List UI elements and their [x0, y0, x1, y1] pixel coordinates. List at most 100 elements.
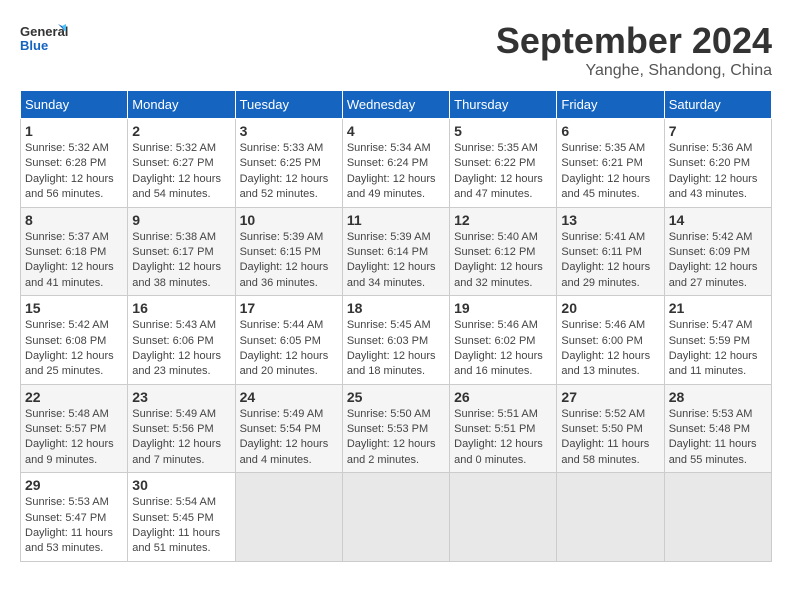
calendar-cell: 29Sunrise: 5:53 AMSunset: 5:47 PMDayligh… [21, 473, 128, 562]
calendar-cell [557, 473, 664, 562]
day-info: Sunrise: 5:33 AMSunset: 6:25 PMDaylight:… [240, 141, 338, 203]
calendar-cell: 19Sunrise: 5:46 AMSunset: 6:02 PMDayligh… [450, 296, 557, 385]
calendar-cell: 6 Sunrise: 5:35 AMSunset: 6:21 PMDaylight… [557, 119, 664, 208]
day-number: 6 [561, 123, 659, 139]
calendar-cell: 28Sunrise: 5:53 AMSunset: 5:48 PMDayligh… [664, 384, 771, 473]
calendar-cell: 21 Sunrise: 5:47 AMSunset: 5:59 PMDayligh… [664, 296, 771, 385]
day-number: 4 [347, 123, 445, 139]
day-number: 23 [132, 389, 230, 405]
page-header: General Blue September 2024 Yanghe, Shan… [20, 20, 772, 80]
day-number: 5 [454, 123, 552, 139]
day-info: Sunrise: 5:34 AMSunset: 6:24 PMDaylight:… [347, 141, 445, 203]
day-info: Sunrise: 5:50 AMSunset: 5:53 PMDaylight:… [347, 407, 445, 469]
day-info: Sunrise: 5:45 AMSunset: 6:03 PMDaylight:… [347, 318, 445, 380]
day-header-friday: Friday [557, 91, 664, 119]
day-info: Sunrise: 5:36 AMSunset: 6:20 PMDaylight:… [669, 141, 767, 203]
calendar-cell: 16Sunrise: 5:43 AMSunset: 6:06 PMDayligh… [128, 296, 235, 385]
day-info: Sunrise: 5:41 AMSunset: 6:11 PMDaylight:… [561, 230, 659, 292]
svg-text:Blue: Blue [20, 38, 48, 53]
day-number: 21 [669, 300, 767, 316]
day-info: Sunrise: 5:47 AMSunset: 5:59 PMDaylight:… [669, 318, 767, 380]
day-number: 26 [454, 389, 552, 405]
day-info: Sunrise: 5:38 AMSunset: 6:17 PMDaylight:… [132, 230, 230, 292]
day-info: Sunrise: 5:32 AMSunset: 6:27 PMDaylight:… [132, 141, 230, 203]
day-number: 15 [25, 300, 123, 316]
day-info: Sunrise: 5:53 AMSunset: 5:47 PMDaylight:… [25, 495, 123, 557]
day-info: Sunrise: 5:48 AMSunset: 5:57 PMDaylight:… [25, 407, 123, 469]
day-number: 18 [347, 300, 445, 316]
day-header-wednesday: Wednesday [342, 91, 449, 119]
calendar-cell: 27Sunrise: 5:52 AMSunset: 5:50 PMDayligh… [557, 384, 664, 473]
day-number: 30 [132, 477, 230, 493]
calendar-cell: 8 Sunrise: 5:37 AMSunset: 6:18 PMDaylight… [21, 207, 128, 296]
day-info: Sunrise: 5:42 AMSunset: 6:08 PMDaylight:… [25, 318, 123, 380]
day-header-sunday: Sunday [21, 91, 128, 119]
day-info: Sunrise: 5:49 AMSunset: 5:56 PMDaylight:… [132, 407, 230, 469]
day-number: 7 [669, 123, 767, 139]
day-number: 9 [132, 212, 230, 228]
day-info: Sunrise: 5:40 AMSunset: 6:12 PMDaylight:… [454, 230, 552, 292]
day-header-tuesday: Tuesday [235, 91, 342, 119]
day-number: 24 [240, 389, 338, 405]
calendar-cell: 7 Sunrise: 5:36 AMSunset: 6:20 PMDaylight… [664, 119, 771, 208]
calendar-cell: 10Sunrise: 5:39 AMSunset: 6:15 PMDayligh… [235, 207, 342, 296]
calendar-cell: 26 Sunrise: 5:51 AMSunset: 5:51 PMDayligh… [450, 384, 557, 473]
calendar-cell: 1 Sunrise: 5:32 AMSunset: 6:28 PMDaylight… [21, 119, 128, 208]
day-info: Sunrise: 5:54 AMSunset: 5:45 PMDaylight:… [132, 495, 230, 557]
calendar-cell: 5 Sunrise: 5:35 AMSunset: 6:22 PMDaylight… [450, 119, 557, 208]
day-number: 25 [347, 389, 445, 405]
day-number: 11 [347, 212, 445, 228]
calendar-cell: 12 Sunrise: 5:40 AMSunset: 6:12 PMDayligh… [450, 207, 557, 296]
day-header-saturday: Saturday [664, 91, 771, 119]
month-title: September 2024 [496, 20, 772, 62]
day-info: Sunrise: 5:46 AMSunset: 6:02 PMDaylight:… [454, 318, 552, 380]
day-info: Sunrise: 5:51 AMSunset: 5:51 PMDaylight:… [454, 407, 552, 469]
calendar-cell: 15 Sunrise: 5:42 AMSunset: 6:08 PMDayligh… [21, 296, 128, 385]
calendar-cell [342, 473, 449, 562]
day-number: 1 [25, 123, 123, 139]
day-info: Sunrise: 5:37 AMSunset: 6:18 PMDaylight:… [25, 230, 123, 292]
calendar-cell: 22 Sunrise: 5:48 AMSunset: 5:57 PMDayligh… [21, 384, 128, 473]
day-info: Sunrise: 5:46 AMSunset: 6:00 PMDaylight:… [561, 318, 659, 380]
day-info: Sunrise: 5:39 AMSunset: 6:14 PMDaylight:… [347, 230, 445, 292]
calendar-cell: 9 Sunrise: 5:38 AMSunset: 6:17 PMDaylight… [128, 207, 235, 296]
day-info: Sunrise: 5:35 AMSunset: 6:21 PMDaylight:… [561, 141, 659, 203]
logo: General Blue [20, 20, 70, 65]
calendar-cell: 25 Sunrise: 5:50 AMSunset: 5:53 PMDayligh… [342, 384, 449, 473]
calendar-cell: 13 Sunrise: 5:41 AMSunset: 6:11 PMDayligh… [557, 207, 664, 296]
day-info: Sunrise: 5:44 AMSunset: 6:05 PMDaylight:… [240, 318, 338, 380]
day-info: Sunrise: 5:49 AMSunset: 5:54 PMDaylight:… [240, 407, 338, 469]
location-subtitle: Yanghe, Shandong, China [496, 62, 772, 80]
day-number: 10 [240, 212, 338, 228]
calendar-cell: 14Sunrise: 5:42 AMSunset: 6:09 PMDayligh… [664, 207, 771, 296]
calendar-cell: 24 Sunrise: 5:49 AMSunset: 5:54 PMDayligh… [235, 384, 342, 473]
logo-svg: General Blue [20, 20, 70, 65]
day-info: Sunrise: 5:32 AMSunset: 6:28 PMDaylight:… [25, 141, 123, 203]
calendar-cell [450, 473, 557, 562]
calendar-cell [235, 473, 342, 562]
calendar-cell [664, 473, 771, 562]
day-info: Sunrise: 5:53 AMSunset: 5:48 PMDaylight:… [669, 407, 767, 469]
calendar-cell: 30 Sunrise: 5:54 AMSunset: 5:45 PMDayligh… [128, 473, 235, 562]
calendar-cell: 17Sunrise: 5:44 AMSunset: 6:05 PMDayligh… [235, 296, 342, 385]
day-number: 20 [561, 300, 659, 316]
day-number: 2 [132, 123, 230, 139]
day-number: 3 [240, 123, 338, 139]
calendar-cell: 20 Sunrise: 5:46 AMSunset: 6:00 PMDayligh… [557, 296, 664, 385]
calendar-cell: 18 Sunrise: 5:45 AMSunset: 6:03 PMDayligh… [342, 296, 449, 385]
title-block: September 2024 Yanghe, Shandong, China [496, 20, 772, 80]
day-number: 22 [25, 389, 123, 405]
day-header-thursday: Thursday [450, 91, 557, 119]
day-info: Sunrise: 5:35 AMSunset: 6:22 PMDaylight:… [454, 141, 552, 203]
calendar-cell: 3 Sunrise: 5:33 AMSunset: 6:25 PMDaylight… [235, 119, 342, 208]
calendar-cell: 2 Sunrise: 5:32 AMSunset: 6:27 PMDaylight… [128, 119, 235, 208]
day-number: 13 [561, 212, 659, 228]
calendar-table: SundayMondayTuesdayWednesdayThursdayFrid… [20, 90, 772, 562]
day-header-monday: Monday [128, 91, 235, 119]
calendar-cell: 4 Sunrise: 5:34 AMSunset: 6:24 PMDaylight… [342, 119, 449, 208]
day-number: 14 [669, 212, 767, 228]
day-number: 8 [25, 212, 123, 228]
day-info: Sunrise: 5:43 AMSunset: 6:06 PMDaylight:… [132, 318, 230, 380]
day-number: 12 [454, 212, 552, 228]
calendar-cell: 23 Sunrise: 5:49 AMSunset: 5:56 PMDayligh… [128, 384, 235, 473]
